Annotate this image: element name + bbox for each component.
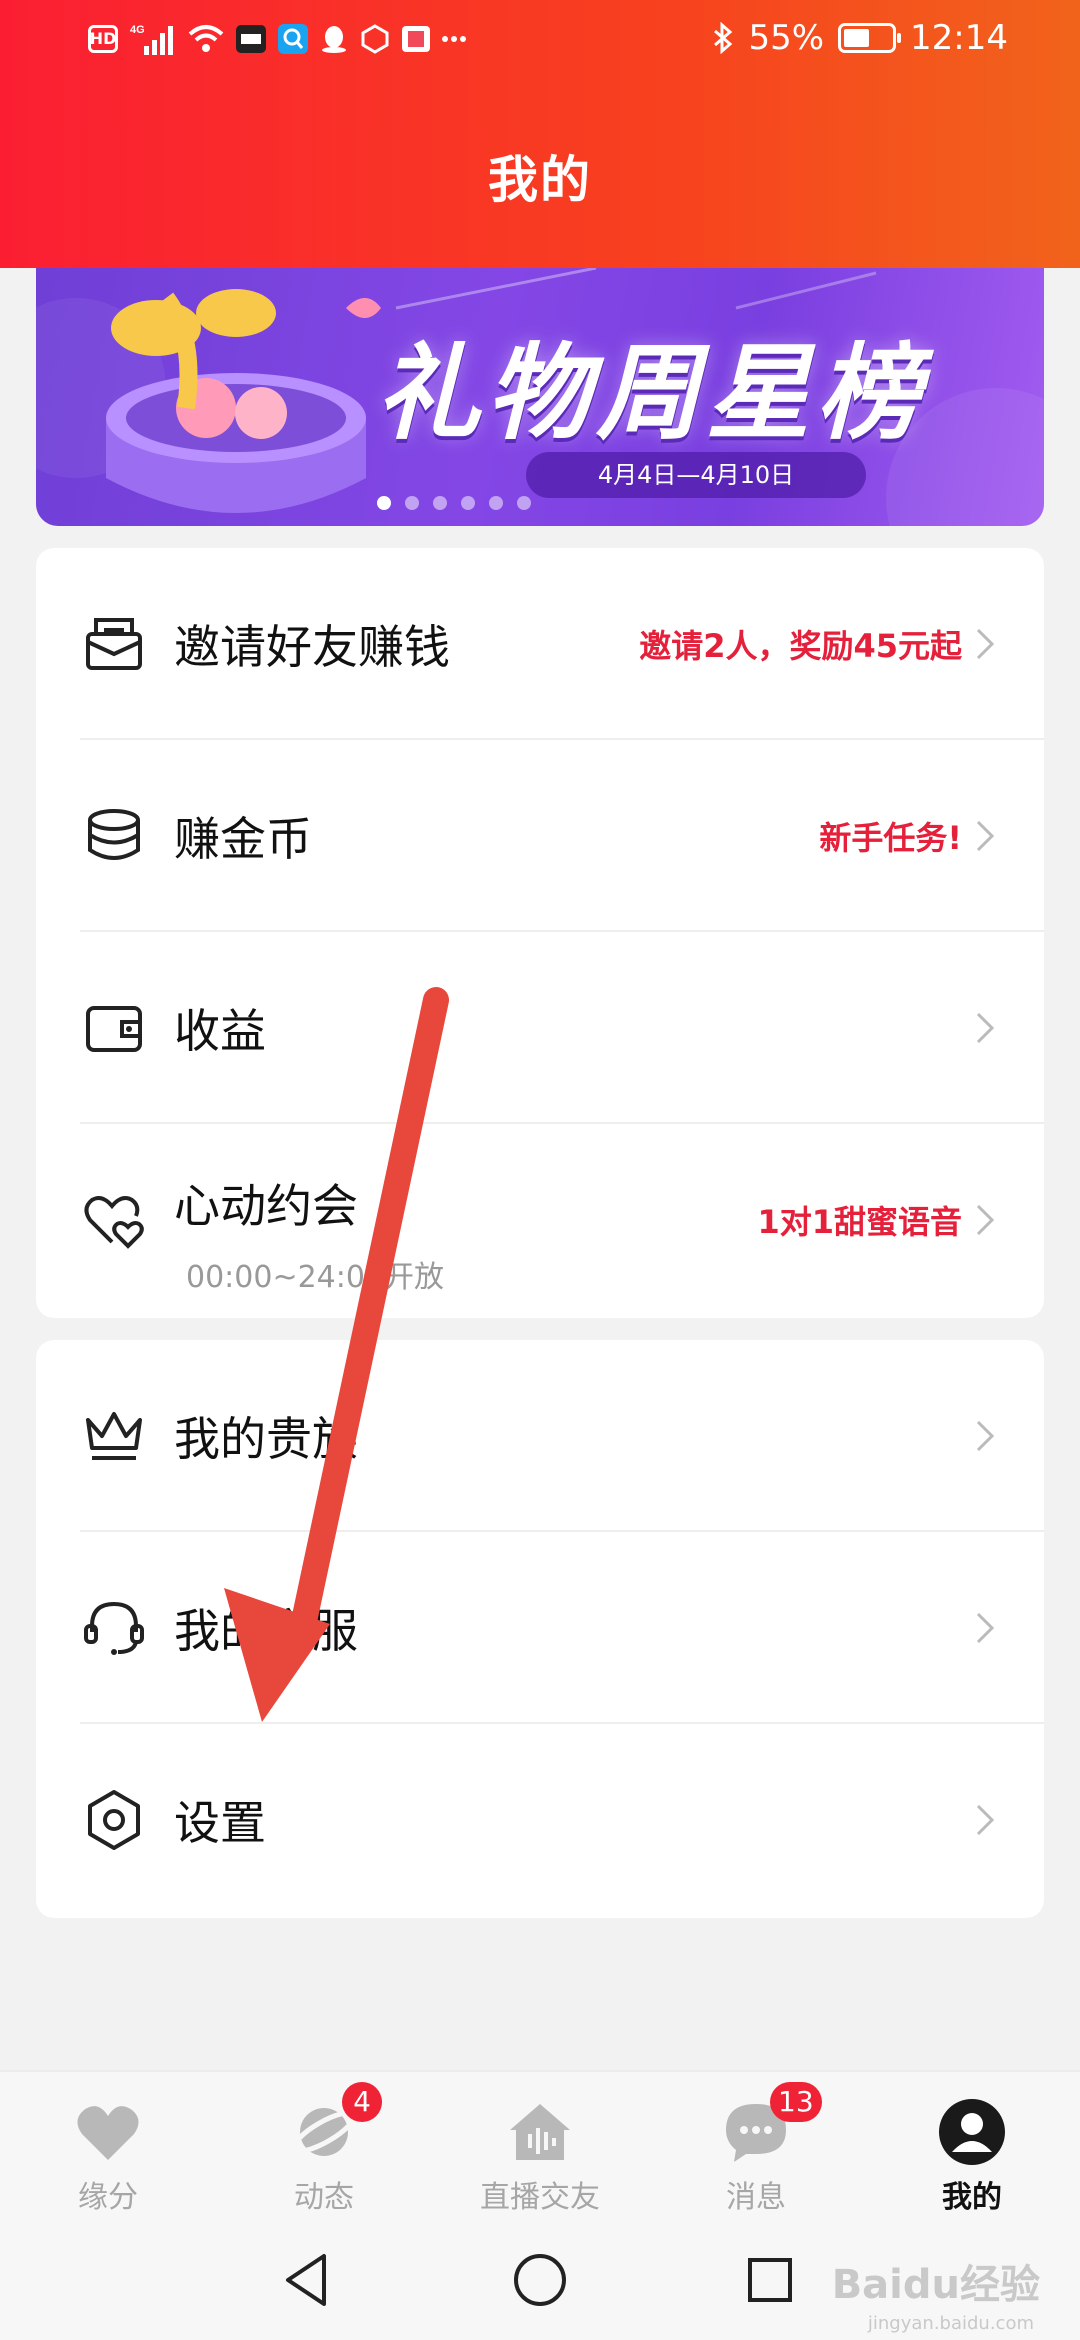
- crown-icon: [86, 1412, 142, 1460]
- coins-stack-icon: [88, 809, 140, 860]
- menu-item-hint: 新手任务!: [819, 819, 962, 857]
- pagination-dot: [433, 496, 447, 510]
- menu-item-label: 邀请好友赚钱: [174, 620, 450, 674]
- menu-card-secondary: 我的贵族 我的客服 设置: [36, 1340, 1044, 1918]
- hd-icon: HD: [88, 25, 118, 53]
- tab-label: 直播交友: [480, 2180, 600, 2215]
- more-notifications-icon: [442, 35, 466, 43]
- watermark-url: jingyan.baidu.com: [867, 2313, 1034, 2334]
- menu-item-heart-date[interactable]: 心动约会 00:00~24:00开放 1对1甜蜜语音: [36, 1124, 1044, 1316]
- chevron-right-icon: [976, 1804, 995, 1836]
- gift-box-icon: [106, 289, 381, 513]
- tab-messages[interactable]: 13 消息: [648, 2072, 864, 2224]
- tab-fate[interactable]: 缘分: [0, 2072, 216, 2224]
- battery-percent: 55%: [748, 18, 825, 58]
- live-house-icon: [510, 2104, 570, 2160]
- notification-badge: 4: [342, 2082, 382, 2122]
- tab-live-social[interactable]: 直播交友: [432, 2072, 648, 2224]
- menu-item-label: 我的贵族: [174, 1412, 358, 1466]
- tab-label: 缘分: [78, 2180, 138, 2215]
- battery-icon: [838, 23, 902, 53]
- battery-level-fill: [844, 29, 870, 47]
- chevron-right-icon: [976, 628, 995, 660]
- search-app-icon: [278, 24, 308, 54]
- menu-item-earnings[interactable]: 收益: [36, 932, 1044, 1124]
- wifi-icon: [188, 24, 224, 54]
- profile-avatar-icon: [939, 2099, 1005, 2165]
- banner-title: 礼物周星榜: [376, 332, 927, 454]
- bluetooth-icon: [712, 22, 734, 54]
- pagination-dot: [461, 496, 475, 510]
- menu-item-label: 心动约会: [174, 1179, 358, 1233]
- pagination-dot: [405, 496, 419, 510]
- watermark-logo: Baidu经验: [831, 2262, 1040, 2308]
- bottom-tab-bar: 缘分 4 动态 直播交友 13 消息 我的: [0, 2070, 1080, 2224]
- tab-label: 消息: [726, 2180, 786, 2215]
- page-title: 我的: [488, 151, 592, 209]
- tab-label: 动态: [294, 2180, 354, 2215]
- menu-item-nobility[interactable]: 我的贵族: [36, 1340, 1044, 1532]
- app-notification-icon: [236, 25, 266, 53]
- wallet-icon: [86, 1006, 142, 1052]
- banner-date-range: 4月4日—4月10日: [526, 452, 866, 498]
- tab-moments[interactable]: 4 动态: [216, 2072, 432, 2224]
- hand-icon: [360, 24, 390, 54]
- qq-icon: [320, 24, 348, 54]
- chevron-right-icon: [976, 1204, 995, 1236]
- menu-item-subtitle: 00:00~24:00开放: [186, 1260, 445, 1295]
- status-icons-left: HD 4G: [88, 22, 466, 56]
- app-header: HD 4G 55% 12:14 我的: [0, 0, 1080, 268]
- settings-hexagon-icon: [88, 1790, 140, 1850]
- chevron-right-icon: [976, 820, 995, 852]
- menu-item-label: 收益: [174, 1004, 266, 1058]
- banner-pagination: [36, 496, 958, 510]
- signal-icon: 4G: [130, 22, 176, 56]
- promo-banner[interactable]: 礼物周星榜 4月4日—4月10日: [36, 268, 1044, 526]
- headset-icon: [84, 1601, 144, 1655]
- pagination-dot: [517, 496, 531, 510]
- tab-mine[interactable]: 我的: [864, 2072, 1080, 2224]
- notification-badge: 13: [770, 2082, 822, 2122]
- system-navigation-bar: Baidu经验 jingyan.baidu.com: [0, 2222, 1080, 2340]
- heart-icon: [77, 2106, 139, 2160]
- home-circle-icon[interactable]: [508, 2248, 572, 2312]
- invite-envelope-icon: [86, 618, 142, 670]
- pagination-dot: [377, 496, 391, 510]
- menu-item-settings[interactable]: 设置: [36, 1724, 1044, 1916]
- menu-item-label: 设置: [174, 1796, 266, 1850]
- menu-card-primary: 邀请好友赚钱 邀请2人，奖励45元起 赚金币 新手任务! 收益 心动约会 00:…: [36, 548, 1044, 1318]
- double-heart-icon: [84, 1196, 144, 1249]
- book-icon: [402, 26, 430, 52]
- status-icons-right: 55% 12:14: [712, 18, 1008, 58]
- chevron-right-icon: [976, 1420, 995, 1452]
- recents-square-icon[interactable]: [738, 2248, 802, 2312]
- menu-item-invite[interactable]: 邀请好友赚钱 邀请2人，奖励45元起: [36, 548, 1044, 740]
- menu-item-label: 赚金币: [174, 812, 312, 866]
- menu-item-customer-service[interactable]: 我的客服: [36, 1532, 1044, 1724]
- tab-label: 我的: [942, 2180, 1002, 2215]
- back-triangle-icon[interactable]: [276, 2248, 340, 2312]
- pagination-dot: [489, 496, 503, 510]
- chevron-right-icon: [976, 1612, 995, 1644]
- network-type: 4G: [130, 24, 145, 36]
- chevron-right-icon: [976, 1012, 995, 1044]
- menu-item-earn-coins[interactable]: 赚金币 新手任务!: [36, 740, 1044, 932]
- menu-item-label: 我的客服: [174, 1604, 358, 1658]
- menu-item-hint: 邀请2人，奖励45元起: [639, 627, 962, 665]
- menu-item-hint: 1对1甜蜜语音: [757, 1203, 962, 1241]
- clock: 12:14: [910, 18, 1008, 58]
- status-bar: HD 4G 55% 12:14: [0, 0, 1080, 82]
